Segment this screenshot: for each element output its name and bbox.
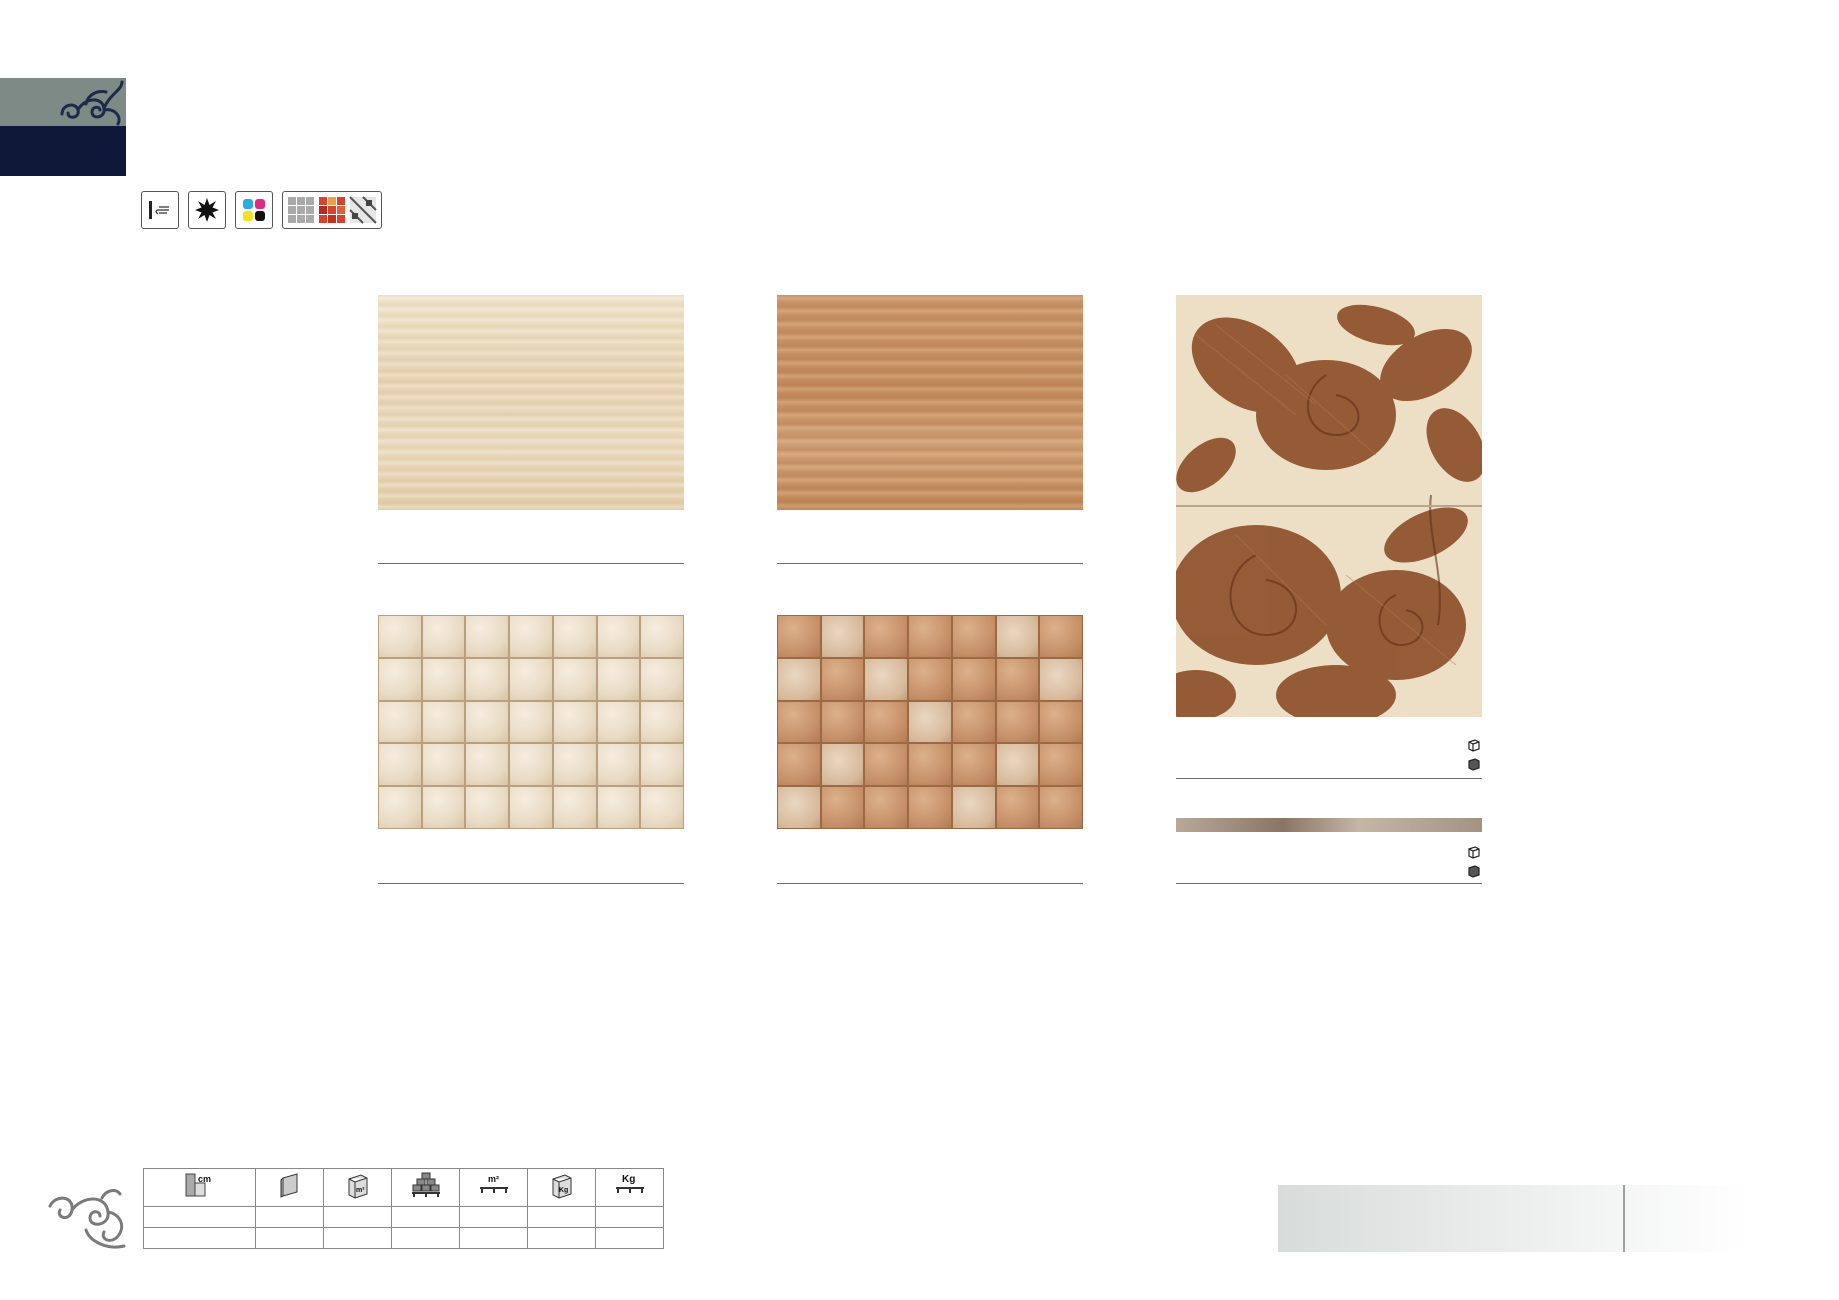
box-icon	[1468, 846, 1480, 859]
divider-line	[378, 563, 684, 564]
spec-cell	[459, 1206, 528, 1228]
spec-cell	[255, 1206, 324, 1228]
tile-beige-plain	[378, 295, 684, 510]
spec-cell	[143, 1227, 256, 1249]
box-m2-icon	[1468, 758, 1480, 771]
scroll-ornament-icon	[60, 80, 124, 126]
tile-brown-plain	[777, 295, 1083, 510]
pattern-options-icon	[282, 191, 382, 229]
pallet-m2-label: m²	[488, 1174, 499, 1184]
tile-floral-decor	[1176, 295, 1482, 717]
spec-table-row	[143, 1206, 664, 1228]
divider-line	[1176, 883, 1482, 884]
box-m2-icon	[1468, 865, 1480, 878]
box-m2-icon: m²	[323, 1168, 392, 1207]
frost-resistant-icon	[188, 191, 226, 229]
decor-seam	[1176, 505, 1482, 507]
spec-cell	[391, 1206, 460, 1228]
tile-beige-mosaic	[378, 615, 684, 829]
divider-line	[1176, 778, 1482, 779]
spec-cell	[323, 1227, 392, 1249]
footer-band-divider	[1623, 1185, 1625, 1252]
spec-cell	[323, 1206, 392, 1228]
spec-cell	[595, 1227, 664, 1249]
tile-piece-icon	[255, 1168, 324, 1207]
box-kg-label: Kg	[559, 1187, 568, 1194]
pallet-boxes-icon	[391, 1168, 460, 1207]
divider-line	[378, 883, 684, 884]
spec-cell	[391, 1227, 460, 1249]
spec-table: cm m² m² Kg Kg	[143, 1168, 664, 1249]
pallet-kg-icon: Kg	[595, 1168, 664, 1207]
spec-cell	[595, 1206, 664, 1228]
size-cm-icon: cm	[143, 1168, 256, 1207]
pallet-kg-label: Kg	[622, 1174, 635, 1185]
box-icon	[1468, 739, 1480, 752]
spec-cell	[527, 1206, 596, 1228]
box-kg-icon: Kg	[527, 1168, 596, 1207]
header-corner-navy	[0, 126, 126, 176]
spec-table-row	[143, 1227, 664, 1249]
wall-tile-icon	[141, 191, 179, 229]
spec-cell	[459, 1227, 528, 1249]
spec-table-header: cm m² m² Kg Kg	[143, 1168, 664, 1207]
spec-cell	[255, 1227, 324, 1249]
divider-line	[777, 563, 1083, 564]
color-variation-icon	[235, 191, 273, 229]
scroll-ornament-icon	[48, 1189, 126, 1249]
size-cm-label: cm	[198, 1174, 211, 1184]
tile-border-strip	[1176, 818, 1482, 832]
tile-brown-mosaic	[777, 615, 1083, 829]
spec-cell	[143, 1206, 256, 1228]
pallet-m2-icon: m²	[459, 1168, 528, 1207]
spec-cell	[527, 1227, 596, 1249]
divider-line	[777, 883, 1083, 884]
footer-band	[1278, 1185, 1750, 1252]
box-m2-label: m²	[356, 1187, 365, 1194]
